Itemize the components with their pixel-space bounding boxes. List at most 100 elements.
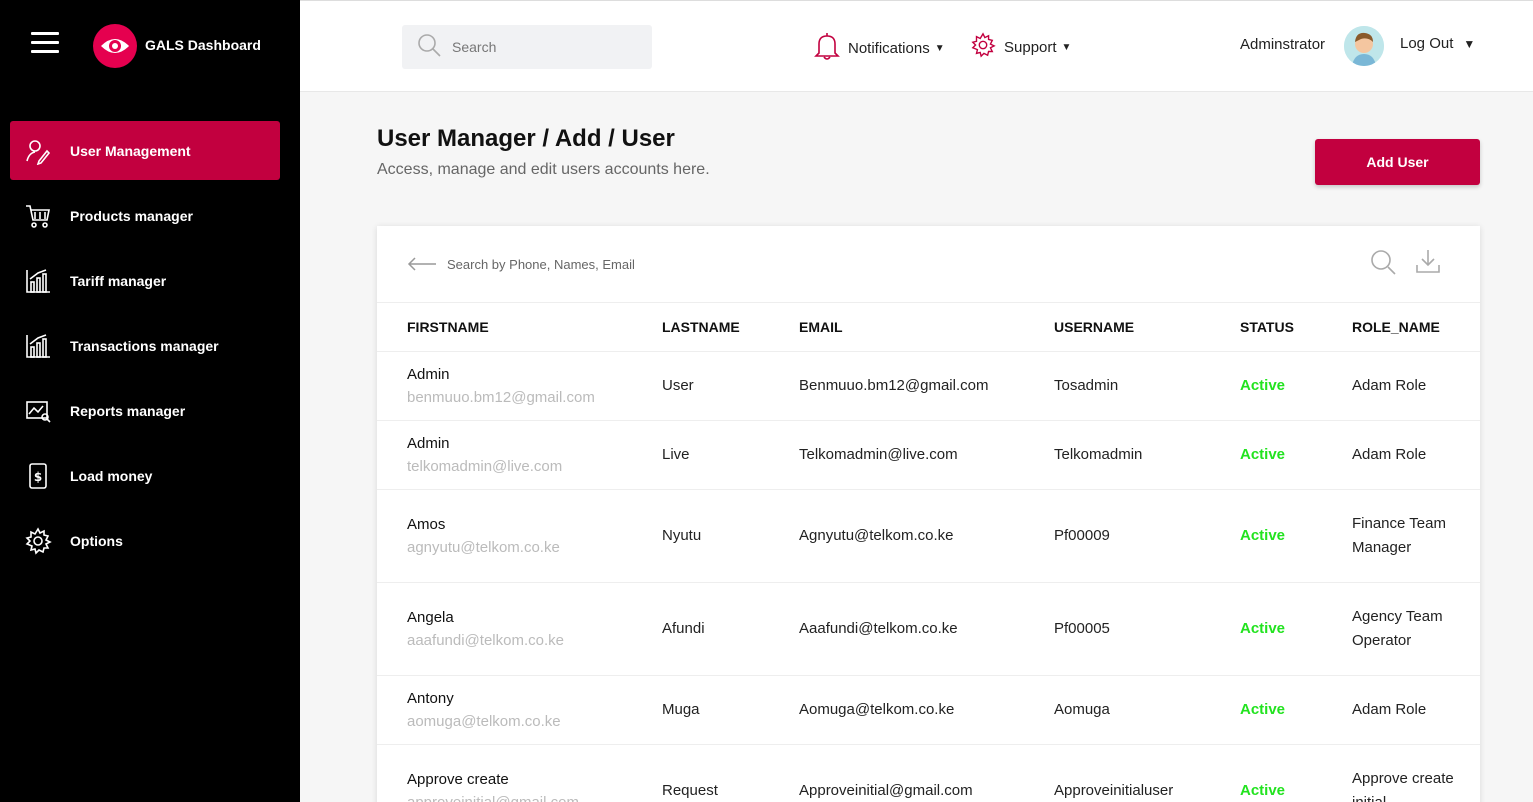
row-email-sub: approveinitial@gmail.com	[407, 793, 579, 802]
bar-chart-icon	[24, 267, 52, 295]
sidebar-item-user-management[interactable]: User Management	[10, 121, 280, 180]
role-cell: Adam Role	[1352, 420, 1480, 490]
report-icon	[24, 397, 52, 425]
column-header[interactable]: EMAIL	[799, 303, 1054, 352]
support-menu[interactable]: Support ▼	[970, 31, 1071, 63]
username-cell: Pf00009	[1054, 489, 1240, 583]
firstname: Admin	[407, 365, 450, 383]
search-icon[interactable]	[1369, 248, 1397, 281]
sidebar-item-load-money[interactable]: $ Load money	[10, 446, 280, 505]
sidebar-item-label: Products manager	[70, 207, 193, 224]
download-icon[interactable]	[1414, 247, 1442, 280]
column-header[interactable]: LASTNAME	[662, 303, 799, 352]
users-table: FIRSTNAME LASTNAME EMAIL USERNAME STATUS…	[377, 303, 1480, 802]
firstname: Approve create	[407, 770, 509, 788]
firstname: Amos	[407, 515, 446, 533]
caret-down-icon: ▼	[1061, 41, 1072, 53]
row-email-sub: benmuuo.bm12@gmail.com	[407, 388, 595, 406]
notifications-label: Notifications	[848, 39, 930, 57]
cart-icon	[24, 202, 52, 230]
bell-icon	[814, 31, 840, 65]
page-title: User Manager / Add / User	[377, 125, 675, 152]
role-cell: Adam Role	[1352, 351, 1480, 421]
status-badge: Active	[1240, 744, 1352, 802]
eye-logo-icon	[93, 24, 137, 68]
sidebar-item-tariff[interactable]: Tariff manager	[10, 251, 280, 310]
table-row[interactable]: Antony aomuga@telkom.co.ke Muga Aomuga@te…	[377, 675, 1480, 745]
status-badge: Active	[1240, 489, 1352, 583]
role-cell: Approve create initial	[1352, 744, 1480, 802]
lastname-cell: User	[662, 351, 799, 421]
username-cell: Aomuga	[1054, 675, 1240, 745]
sidebar-item-options[interactable]: Options	[10, 511, 280, 570]
notifications-menu[interactable]: Notifications ▼	[814, 31, 945, 65]
sidebar-item-label: Transactions manager	[70, 337, 219, 354]
role-cell: Adam Role	[1352, 675, 1480, 745]
status-badge: Active	[1240, 675, 1352, 745]
column-header[interactable]: STATUS	[1240, 303, 1352, 352]
firstname-cell: Antony aomuga@telkom.co.ke	[377, 675, 662, 745]
gear-icon	[24, 526, 52, 555]
firstname-cell: Angela aaafundi@telkom.co.ke	[377, 582, 662, 676]
username-cell: Tosadmin	[1054, 351, 1240, 421]
table-row[interactable]: Angela aaafundi@telkom.co.ke Afundi Aaafu…	[377, 582, 1480, 676]
column-header[interactable]: FIRSTNAME	[377, 303, 662, 352]
table-search-bar: Search by Phone, Names, Email	[377, 226, 1480, 303]
search-input[interactable]	[452, 39, 632, 55]
support-label: Support	[1004, 38, 1057, 56]
firstname-cell: Admin telkomadmin@live.com	[377, 420, 662, 490]
email-cell: Approveinitial@gmail.com	[799, 744, 1054, 802]
email-cell: Agnyutu@telkom.co.ke	[799, 489, 1054, 583]
sidebar-item-label: Reports manager	[70, 402, 186, 419]
sidebar-item-label: Load money	[70, 467, 153, 484]
add-user-button[interactable]: Add User	[1315, 139, 1480, 185]
logout-menu[interactable]: Log Out ▼	[1400, 35, 1475, 52]
username-cell: Telkomadmin	[1054, 420, 1240, 490]
email-cell: Aomuga@telkom.co.ke	[799, 675, 1054, 745]
sidebar-item-products[interactable]: Products manager	[10, 186, 280, 245]
sidebar-item-reports[interactable]: Reports manager	[10, 381, 280, 440]
column-header[interactable]: ROLE_NAME	[1352, 303, 1480, 352]
gear-icon	[970, 31, 996, 63]
firstname-cell: Amos agnyutu@telkom.co.ke	[377, 489, 662, 583]
table-row[interactable]: Approve create approveinitial@gmail.com R…	[377, 744, 1480, 802]
table-row[interactable]: Admin telkomadmin@live.com Live Telkomadm…	[377, 420, 1480, 490]
sidebar: GALS Dashboard User Management Products …	[0, 0, 300, 802]
status-badge: Active	[1240, 351, 1352, 421]
table-row[interactable]: Amos agnyutu@telkom.co.ke Nyutu Agnyutu@t…	[377, 489, 1480, 583]
email-cell: Telkomadmin@live.com	[799, 420, 1054, 490]
row-email-sub: agnyutu@telkom.co.ke	[407, 538, 560, 556]
search-box[interactable]	[402, 25, 652, 69]
column-header[interactable]: USERNAME	[1054, 303, 1240, 352]
firstname: Angela	[407, 608, 454, 626]
table-search-input[interactable]: Search by Phone, Names, Email	[447, 257, 635, 272]
brand-name: GALS Dashboard	[145, 37, 261, 53]
status-badge: Active	[1240, 420, 1352, 490]
avatar[interactable]	[1344, 26, 1384, 66]
menu-icon[interactable]	[31, 32, 59, 53]
search-icon	[416, 32, 442, 63]
email-cell: Benmuuo.bm12@gmail.com	[799, 351, 1054, 421]
firstname: Antony	[407, 689, 454, 707]
role-cell: Agency Team Operator	[1352, 582, 1480, 676]
user-name: Adminstrator	[1240, 36, 1326, 53]
user-edit-icon	[24, 137, 52, 165]
lastname-cell: Nyutu	[662, 489, 799, 583]
username-cell: Approveinitialuser	[1054, 744, 1240, 802]
logout-label: Log Out	[1400, 35, 1454, 52]
status-badge: Active	[1240, 582, 1352, 676]
money-icon: $	[24, 462, 52, 490]
sidebar-nav: User Management Products manager Tariff …	[10, 121, 280, 576]
sidebar-item-transactions[interactable]: Transactions manager	[10, 316, 280, 375]
arrow-left-icon[interactable]	[407, 251, 437, 277]
table-row[interactable]: Admin benmuuo.bm12@gmail.com User Benmuuo…	[377, 351, 1480, 421]
sidebar-item-label: Tariff manager	[70, 272, 167, 289]
row-email-sub: telkomadmin@live.com	[407, 457, 563, 475]
row-email-sub: aomuga@telkom.co.ke	[407, 712, 561, 730]
topbar: Notifications ▼ Support ▼ Adminstrator L…	[300, 0, 1533, 92]
row-email-sub: aaafundi@telkom.co.ke	[407, 631, 564, 649]
lastname-cell: Muga	[662, 675, 799, 745]
username-cell: Pf00005	[1054, 582, 1240, 676]
svg-text:$: $	[34, 470, 42, 484]
lastname-cell: Afundi	[662, 582, 799, 676]
